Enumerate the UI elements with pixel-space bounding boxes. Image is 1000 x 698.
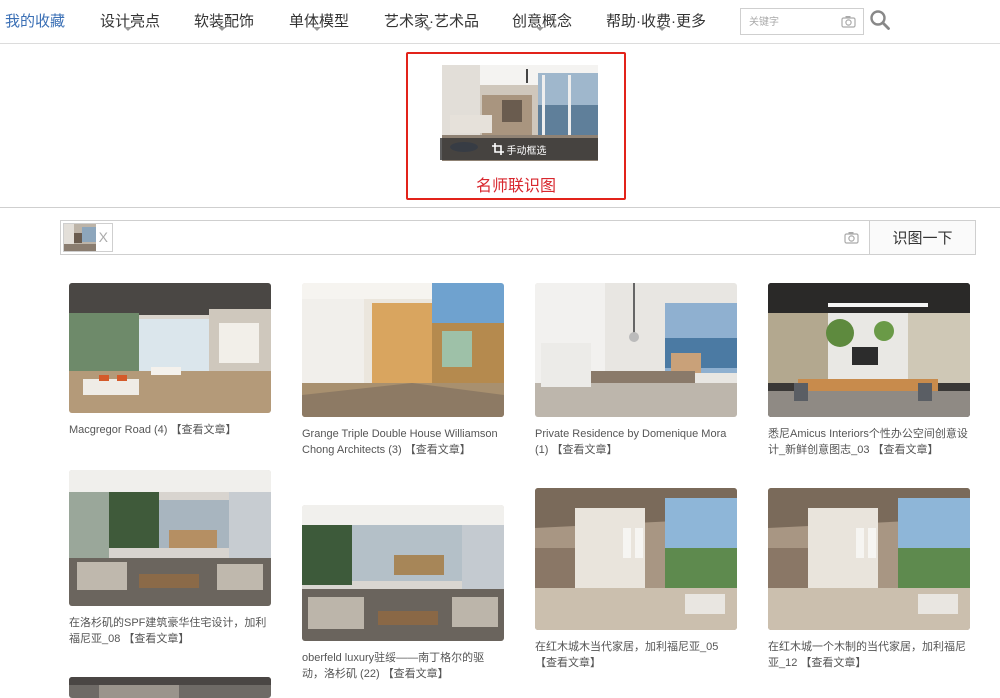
result-card: 在洛杉矶的SPF建筑豪华住宅设计，加利福尼亚_08 【查看文章】 (69, 470, 271, 647)
result-caption: 悉尼Amicus Interiors个性办公空间创意设计_新鲜创意图志_03 【… (768, 426, 970, 458)
uploaded-image-thumbnail (64, 224, 96, 251)
result-image[interactable] (768, 488, 970, 630)
result-caption: oberfeld luxury驻绥——南丁格尔的驱动，洛杉矶 (22) 【查看文… (302, 650, 504, 682)
uploaded-image-preview: 手动框选 名师联识图 (406, 52, 626, 200)
chevron-down-icon (658, 27, 666, 31)
result-caption: Grange Triple Double House Williamson Ch… (302, 426, 504, 458)
keyword-search-box (740, 8, 864, 35)
result-caption: Macgregor Road (4) 【查看文章】 (69, 422, 271, 438)
result-image[interactable] (69, 283, 271, 413)
result-card: Private Residence by Domenique Mora (1) … (535, 283, 737, 458)
manual-crop-button[interactable]: 手动框选 (440, 138, 598, 160)
result-image[interactable] (535, 488, 737, 630)
result-card: 悉尼Amicus Interiors个性办公空间创意设计_新鲜创意图志_03 【… (768, 283, 970, 458)
result-caption: 在红木城木当代家居，加利福尼亚_05 【查看文章】 (535, 639, 737, 671)
chevron-down-icon (536, 27, 544, 31)
chevron-down-icon (313, 27, 321, 31)
search-by-image-button[interactable]: 识图一下 (869, 220, 976, 255)
view-article-link[interactable]: 【查看文章】 (383, 668, 449, 680)
chevron-down-icon (424, 27, 432, 31)
view-article-link[interactable]: 【查看文章】 (800, 657, 866, 669)
result-image[interactable] (768, 283, 970, 417)
keyword-search-input[interactable] (749, 14, 837, 30)
chevron-down-icon (218, 27, 226, 31)
chevron-down-icon (124, 27, 132, 31)
view-article-link[interactable]: 【查看文章】 (123, 633, 189, 645)
result-card: Macgregor Road (4) 【查看文章】 (69, 283, 271, 438)
result-title-link[interactable]: 在红木城一个木制的当代家居，加利福尼亚_12 (768, 641, 966, 669)
result-card: oberfeld luxury驻绥——南丁格尔的驱动，洛杉矶 (22) 【查看文… (302, 505, 504, 682)
search-icon[interactable] (869, 9, 891, 31)
result-card: Grange Triple Double House Williamson Ch… (302, 283, 504, 458)
preview-title: 名师联识图 (475, 178, 556, 195)
result-image[interactable] (302, 505, 504, 641)
view-article-link[interactable]: 【查看文章】 (873, 444, 939, 456)
result-caption: Private Residence by Domenique Mora (1) … (535, 426, 737, 458)
view-article-link[interactable]: 【查看文章】 (171, 424, 237, 436)
result-card: 在红木城一个木制的当代家居，加利福尼亚_12 【查看文章】 (768, 488, 970, 671)
divider (0, 207, 1000, 208)
camera-icon[interactable] (841, 15, 856, 28)
nav-item-help-more[interactable]: 帮助·收费·更多 (606, 10, 706, 31)
view-article-link[interactable]: 【查看文章】 (552, 444, 618, 456)
result-title-link[interactable]: 在红木城木当代家居，加利福尼亚_05 (535, 641, 718, 653)
nav-item-favorites[interactable]: 我的收藏 (5, 10, 65, 31)
result-image[interactable] (69, 470, 271, 606)
result-image[interactable] (535, 283, 737, 417)
result-caption: 在红木城一个木制的当代家居，加利福尼亚_12 【查看文章】 (768, 639, 970, 671)
view-article-link[interactable]: 【查看文章】 (535, 657, 601, 669)
crop-icon (491, 143, 504, 155)
result-caption: 在洛杉矶的SPF建筑豪华住宅设计，加利福尼亚_08 【查看文章】 (69, 615, 271, 647)
result-image[interactable] (69, 677, 271, 698)
uploaded-image-chip: X (63, 223, 113, 252)
result-image[interactable] (302, 283, 504, 417)
result-card (69, 677, 271, 698)
manual-crop-label: 手动框选 (506, 145, 547, 157)
result-card: 在红木城木当代家居，加利福尼亚_05 【查看文章】 (535, 488, 737, 671)
remove-image-button[interactable]: X (99, 229, 108, 245)
top-nav: 我的收藏 设计亮点 软装配饰 单体模型 艺术家·艺术品 创意概念 帮助·收费·更… (0, 0, 1000, 44)
result-title-link[interactable]: Macgregor Road (4) (69, 424, 167, 436)
camera-icon[interactable] (844, 231, 859, 244)
view-article-link[interactable]: 【查看文章】 (405, 444, 471, 456)
image-search-field[interactable]: X (60, 220, 870, 255)
